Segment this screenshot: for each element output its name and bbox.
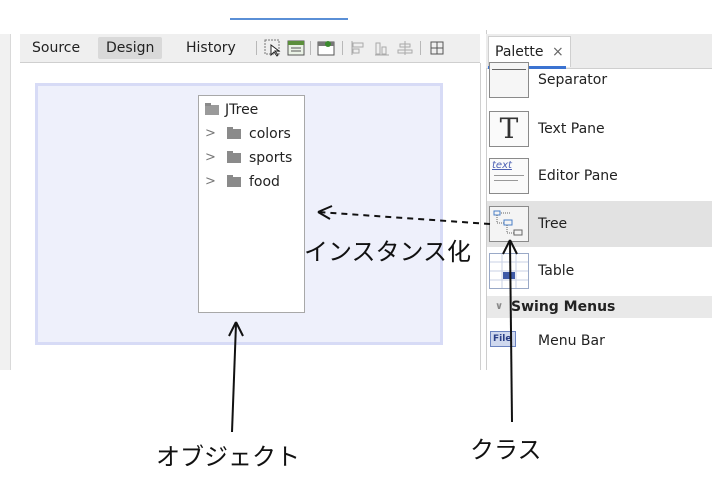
- object-label: オブジェクト: [156, 443, 300, 471]
- class-label: クラス: [470, 436, 542, 464]
- object-arrow-line: [231, 323, 237, 433]
- instantiate-arrow-line: [317, 211, 491, 225]
- instantiate-label: インスタンス化: [304, 238, 472, 266]
- class-arrow-line: [509, 241, 513, 423]
